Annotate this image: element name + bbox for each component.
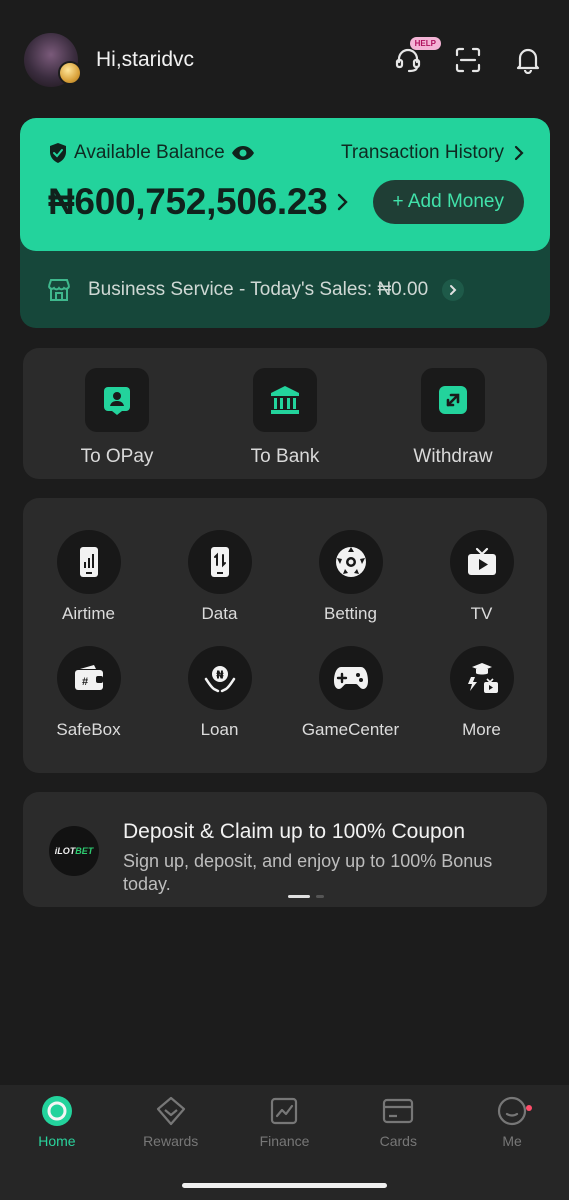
carousel-indicator bbox=[288, 895, 324, 898]
safebox-button[interactable]: # SafeBox bbox=[23, 646, 154, 740]
gamepad-icon bbox=[318, 646, 383, 710]
services-card: Airtime Data Betting TV # SafeBox ₦ Loan… bbox=[23, 498, 547, 773]
nav-rewards-label: Rewards bbox=[143, 1133, 199, 1149]
chevron-right-icon bbox=[338, 193, 349, 211]
balance-panel: Available Balance Transaction History ₦6… bbox=[20, 118, 550, 251]
tv-label: TV bbox=[470, 604, 493, 623]
more-label: More bbox=[462, 720, 501, 739]
more-button[interactable]: More bbox=[416, 646, 547, 740]
business-service-row[interactable]: Business Service - Today's Sales: ₦0.00 bbox=[20, 251, 550, 328]
balance-amount: ₦600,752,506.23 bbox=[48, 181, 328, 222]
eye-icon[interactable] bbox=[231, 145, 255, 161]
cards-icon bbox=[382, 1095, 414, 1127]
business-service-text: Business Service - Today's Sales: ₦0.00 bbox=[88, 278, 429, 300]
to-bank-button[interactable]: To Bank bbox=[225, 368, 345, 479]
withdraw-icon bbox=[421, 368, 485, 432]
tv-button[interactable]: TV bbox=[416, 530, 547, 624]
to-bank-label: To Bank bbox=[250, 446, 320, 467]
tv-icon bbox=[449, 530, 514, 594]
svg-text:₦: ₦ bbox=[216, 669, 224, 682]
scan-icon[interactable] bbox=[451, 43, 485, 77]
to-opay-label: To OPay bbox=[80, 446, 154, 467]
loan-label: Loan bbox=[200, 720, 239, 739]
balance-label: Available Balance bbox=[74, 142, 225, 163]
home-indicator-bar bbox=[182, 1183, 387, 1188]
store-icon bbox=[48, 278, 70, 301]
bottom-nav: Home Rewards Finance Cards Me bbox=[0, 1085, 569, 1200]
shield-check-icon bbox=[50, 143, 66, 163]
loan-button[interactable]: ₦ Loan bbox=[154, 646, 285, 740]
logo-accent-text: BET bbox=[75, 846, 94, 856]
carousel-dot bbox=[316, 895, 324, 898]
bank-icon bbox=[253, 368, 317, 432]
to-opay-button[interactable]: To OPay bbox=[57, 368, 177, 479]
help-badge: HELP bbox=[409, 37, 441, 50]
gamecenter-label: GameCenter bbox=[301, 720, 400, 739]
balance-card: Available Balance Transaction History ₦6… bbox=[20, 118, 550, 328]
data-button[interactable]: Data bbox=[154, 530, 285, 624]
user-card-icon bbox=[85, 368, 149, 432]
balance-amount-group[interactable]: ₦600,752,506.23 bbox=[48, 181, 349, 223]
gamecenter-button[interactable]: GameCenter bbox=[285, 646, 416, 740]
finance-icon bbox=[268, 1095, 300, 1127]
notification-dot bbox=[525, 1105, 532, 1111]
header-actions: HELP bbox=[391, 37, 545, 77]
nav-me-label: Me bbox=[502, 1133, 522, 1149]
transfer-card: To OPay To Bank Withdraw bbox=[23, 348, 547, 479]
nav-cards-label: Cards bbox=[379, 1133, 417, 1149]
promo-banner[interactable]: iLOT BET Deposit & Claim up to 100% Coupo… bbox=[23, 792, 547, 907]
more-apps-icon bbox=[449, 646, 514, 710]
phone-signal-icon bbox=[56, 530, 121, 594]
betting-label: Betting bbox=[324, 604, 377, 623]
data-label: Data bbox=[201, 604, 238, 623]
loan-hand-icon: ₦ bbox=[187, 646, 252, 710]
withdraw-button[interactable]: Withdraw bbox=[393, 368, 513, 479]
logo-main-text: iLOT bbox=[54, 846, 76, 856]
medal-icon bbox=[58, 61, 82, 85]
nav-home[interactable]: Home bbox=[0, 1095, 114, 1200]
transaction-history-label: Transaction History bbox=[341, 142, 504, 163]
soccer-ball-icon bbox=[318, 530, 383, 594]
phone-data-icon bbox=[187, 530, 252, 594]
airtime-button[interactable]: Airtime bbox=[23, 530, 154, 624]
carousel-dot-active bbox=[288, 895, 310, 898]
safebox-label: SafeBox bbox=[56, 720, 121, 739]
help-headset-icon[interactable]: HELP bbox=[391, 37, 441, 77]
svg-text:#: # bbox=[81, 676, 87, 688]
avatar[interactable] bbox=[24, 33, 82, 87]
nav-home-label: Home bbox=[38, 1133, 76, 1149]
transaction-history-link[interactable]: Transaction History bbox=[341, 142, 524, 164]
promo-subtitle: Sign up, deposit, and enjoy up to 100% B… bbox=[123, 851, 493, 894]
top-header: Hi,staridvc HELP bbox=[24, 30, 545, 90]
me-icon bbox=[496, 1095, 528, 1127]
greeting-text: Hi,staridvc bbox=[96, 48, 195, 71]
promo-title: Deposit & Claim up to 100% Coupon bbox=[123, 820, 466, 843]
airtime-label: Airtime bbox=[62, 604, 115, 623]
safebox-icon: # bbox=[56, 646, 121, 710]
rewards-icon bbox=[155, 1095, 187, 1127]
nav-finance-label: Finance bbox=[259, 1133, 310, 1149]
home-icon bbox=[41, 1095, 73, 1127]
balance-label-group: Available Balance bbox=[48, 142, 255, 164]
bell-icon[interactable] bbox=[511, 43, 545, 77]
chevron-right-icon bbox=[514, 145, 524, 161]
nav-me[interactable]: Me bbox=[455, 1095, 569, 1200]
add-money-button[interactable]: + Add Money bbox=[372, 180, 524, 224]
betting-button[interactable]: Betting bbox=[285, 530, 416, 624]
chevron-right-icon bbox=[442, 278, 465, 301]
ilotbet-logo: iLOT BET bbox=[49, 826, 99, 876]
withdraw-label: Withdraw bbox=[413, 446, 493, 467]
